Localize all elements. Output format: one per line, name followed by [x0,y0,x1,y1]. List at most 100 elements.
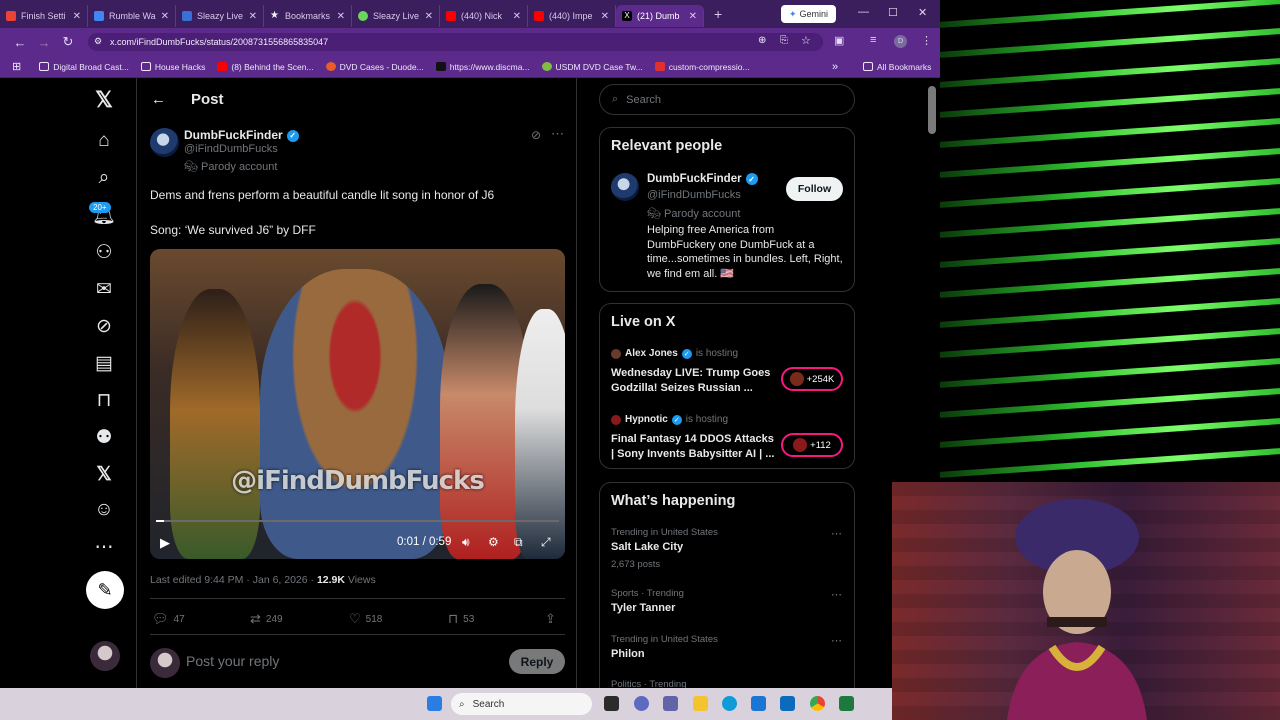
task-view-icon[interactable] [604,696,619,711]
communities-icon[interactable]: ⚉ [92,425,116,449]
follow-user-icon[interactable]: ⚇ [92,240,116,264]
app-icon[interactable] [839,696,854,711]
bookmark-item[interactable]: custom-compressio... [654,62,750,72]
trend-title[interactable]: Philon [611,648,645,660]
taskbar-search[interactable]: ⌕ Search [451,693,592,715]
browser-tab[interactable]: (440) Nick ✕ [440,5,528,27]
person-avatar[interactable] [611,173,639,201]
bookmark-item[interactable]: DVD Cases - Duode... [325,62,424,72]
browser-tab-active[interactable]: X (21) Dumb ✕ [616,5,704,27]
site-info-icon[interactable]: ⚙ [94,36,102,47]
bookmark-item[interactable]: USDM DVD Case Tw... [541,62,643,72]
close-tab-icon[interactable]: ✕ [513,11,521,22]
reply-button[interactable]: Reply [509,649,565,674]
more-options-icon[interactable]: ⋯ [551,126,564,142]
author-name[interactable]: DumbFuckFinder ✓ [184,128,299,142]
volume-icon[interactable]: 🔊︎ [462,535,470,550]
close-tab-icon[interactable]: ✕ [161,11,169,22]
trend-more-icon[interactable]: ⋯ [831,588,842,601]
close-tab-icon[interactable]: ✕ [337,11,345,22]
teams-icon[interactable] [663,696,678,711]
windows-start-icon[interactable] [427,696,442,711]
trend-more-icon[interactable]: ⋯ [831,527,842,540]
compose-post-button[interactable]: ✎ [86,571,124,609]
reply-input[interactable]: Post your reply [186,653,279,669]
video-progress-bar[interactable] [156,520,559,522]
browser-tab[interactable]: ★ Bookmarks ✕ [264,5,352,27]
trend-more-icon[interactable]: ⋯ [831,634,842,647]
share-action[interactable]: ⇪ [545,611,556,627]
new-tab-icon[interactable]: + [714,6,722,22]
url-field[interactable]: ⚙ x.com/iFindDumbFucks/status/2008731556… [88,33,823,51]
settings-gear-icon[interactable]: ⚙ [488,535,499,549]
like-action[interactable]: ♡ 518 [349,611,382,627]
back-arrow-icon[interactable]: ← [8,35,32,50]
live-listeners-pill[interactable]: +112 [781,433,843,457]
file-explorer-icon[interactable] [693,696,708,711]
live-host[interactable]: Hypnotic ✓ is hosting [611,414,728,425]
maximize-icon[interactable]: ☐ [888,6,898,19]
fullscreen-icon[interactable]: ⤢ [541,535,551,550]
x-logo-icon[interactable]: 𝕏 [92,87,116,112]
edge-icon[interactable] [722,696,737,711]
live-title[interactable]: Wednesday LIVE: Trump Goes Godzilla! Sei… [611,366,776,395]
all-bookmarks[interactable]: All Bookmarks [863,62,931,72]
search-input[interactable]: ⌕ Search [599,84,855,115]
repost-action[interactable]: ⇄ 249 [250,611,283,627]
close-tab-icon[interactable]: ✕ [425,11,433,22]
menu-kebab-icon[interactable]: ⋮ [921,34,932,47]
browser-tab[interactable]: Rumble Wa ✕ [88,5,176,27]
person-handle[interactable]: @iFindDumbFucks [647,189,741,201]
side-panel-icon[interactable]: ▣ [834,34,844,47]
search-icon[interactable]: ⌕ [92,166,116,190]
edited-timestamp[interactable]: Last edited 9:44 PM · Jan 6, 2026 · [150,574,317,586]
premium-x-icon[interactable]: 𝕏 [92,462,116,486]
browser-tab[interactable]: (440) Impe ✕ [528,5,616,27]
browser-tab[interactable]: Finish Setti ✕ [0,5,88,27]
profile-avatar[interactable]: D [894,35,907,48]
close-tab-icon[interactable]: ✕ [601,11,609,22]
account-avatar[interactable] [90,641,120,671]
bookmark-action[interactable]: ⊓ 53 [448,611,474,627]
grok-icon[interactable]: ⊘ [92,314,116,338]
bookmark-item[interactable]: (8) Behind the Scen... [217,62,314,72]
reply-action[interactable]: 💬︎ 47 [152,611,185,627]
back-arrow-icon[interactable]: ← [151,91,166,108]
more-circle-icon[interactable]: ⋯ [92,535,116,559]
more-bookmarks-icon[interactable]: » [832,61,838,73]
bookmark-item[interactable]: Digital Broad Cast... [39,62,129,72]
close-tab-icon[interactable]: ✕ [73,11,81,22]
gemini-button[interactable]: ✦ Gemini [781,5,836,23]
close-tab-icon[interactable]: ✕ [689,11,697,22]
bookmark-item[interactable]: https://www.discma... [435,62,530,72]
author-avatar[interactable] [150,128,179,157]
live-title[interactable]: Final Fantasy 14 DDOS Attacks | Sony Inv… [611,432,776,461]
messages-mail-icon[interactable]: ✉ [92,277,116,301]
page-scrollbar[interactable] [928,86,936,134]
forward-arrow-icon[interactable]: → [32,35,56,50]
live-listeners-pill[interactable]: +254K [781,367,843,391]
extensions-icon[interactable]: ≡ [870,34,876,46]
chrome-icon[interactable] [810,696,825,711]
bookmark-star-icon[interactable]: ☆ [801,34,811,47]
outlook-icon[interactable] [780,696,795,711]
trend-title[interactable]: Tyler Tanner [611,602,675,614]
reload-icon[interactable]: ↻ [56,34,80,50]
copilot-icon[interactable] [634,696,649,711]
browser-tab[interactable]: Sleazy Live ✕ [352,5,440,27]
live-host[interactable]: Alex Jones ✓ is hosting [611,348,738,359]
browser-tab[interactable]: Sleazy Live ✕ [176,5,264,27]
bookmarks-icon[interactable]: ⊓ [92,388,116,412]
bookmark-item[interactable]: House Hacks [140,62,205,72]
video-player[interactable]: @iFindDumbFucks ▶ 0:01 / 0:59 🔊︎ ⚙ ⧉ ⤢ [150,249,565,559]
play-icon[interactable]: ▶ [160,535,170,551]
author-handle[interactable]: @iFindDumbFucks [184,143,278,155]
follow-button[interactable]: Follow [786,177,843,201]
close-window-icon[interactable]: ✕ [918,6,927,19]
lists-icon[interactable]: ▤ [92,351,116,375]
home-icon[interactable]: ⌂ [92,129,116,153]
picture-in-picture-icon[interactable]: ⧉ [514,535,523,550]
minimize-icon[interactable]: — [858,6,869,18]
zoom-icon[interactable]: ⊕ [758,35,766,46]
apps-grid-icon[interactable]: ⊞ [12,60,21,73]
